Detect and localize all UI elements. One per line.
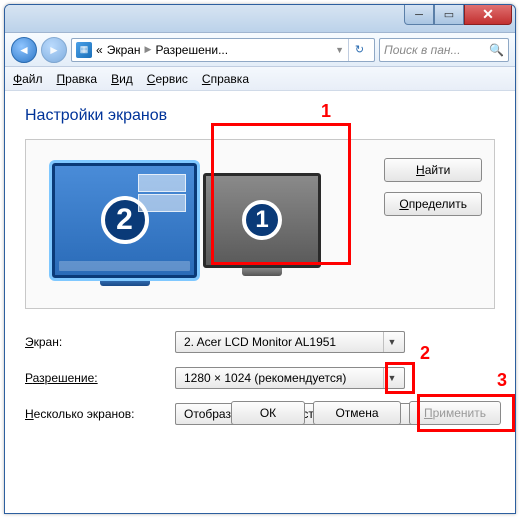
breadcrumb-item[interactable]: Разрешени... bbox=[155, 43, 228, 57]
page-title: Настройки экранов bbox=[25, 107, 495, 125]
monitor-1[interactable]: 1 bbox=[203, 173, 321, 276]
titlebar[interactable]: ─ ▭ ✕ bbox=[5, 5, 515, 33]
minimize-button[interactable]: ─ bbox=[404, 5, 434, 25]
content-area: Настройки экранов 2 1 Найти bbox=[5, 91, 515, 435]
ok-button[interactable]: ОК bbox=[231, 401, 305, 425]
address-bar[interactable]: ▦ « Экран ▶ Разрешени... ▼ ↻ bbox=[71, 38, 375, 62]
close-button[interactable]: ✕ bbox=[464, 5, 512, 25]
control-panel-icon: ▦ bbox=[76, 42, 92, 58]
forward-button[interactable]: ► bbox=[41, 37, 67, 63]
refresh-icon[interactable]: ↻ bbox=[348, 39, 370, 61]
menu-file[interactable]: Файл bbox=[13, 72, 43, 86]
preview-side-buttons: Найти Определить bbox=[384, 158, 482, 216]
search-icon[interactable]: 🔍 bbox=[489, 43, 504, 57]
monitor-2[interactable]: 2 bbox=[52, 163, 197, 286]
window-thumbs-icon bbox=[138, 174, 186, 212]
find-button[interactable]: Найти bbox=[384, 158, 482, 182]
annotation-label-2: 2 bbox=[420, 343, 430, 364]
window-frame: ─ ▭ ✕ ◄ ► ▦ « Экран ▶ Разрешени... ▼ ↻ П… bbox=[4, 4, 516, 514]
menu-edit[interactable]: Правка bbox=[57, 72, 98, 86]
window-controls: ─ ▭ ✕ bbox=[404, 5, 512, 25]
menu-help[interactable]: Справка bbox=[202, 72, 249, 86]
monitor-number: 1 bbox=[242, 200, 282, 240]
apply-button[interactable]: Применить bbox=[409, 401, 501, 425]
chevron-down-icon[interactable]: ▼ bbox=[383, 332, 400, 352]
screen-dropdown[interactable]: 2. Acer LCD Monitor AL1951 ▼ bbox=[175, 331, 405, 353]
search-input[interactable]: Поиск в пан... 🔍 bbox=[379, 38, 509, 62]
breadcrumb-root[interactable]: « bbox=[96, 43, 103, 57]
breadcrumb-item[interactable]: Экран bbox=[107, 43, 141, 57]
screen-dropdown-value: 2. Acer LCD Monitor AL1951 bbox=[184, 335, 336, 349]
menu-bar: Файл Правка Вид Сервис Справка bbox=[5, 67, 515, 91]
screen-label: Экран: bbox=[25, 335, 175, 349]
multi-label: Несколько экранов: bbox=[25, 407, 175, 421]
chevron-down-icon[interactable]: ▼ bbox=[383, 368, 400, 388]
cancel-button[interactable]: Отмена bbox=[313, 401, 401, 425]
detect-button[interactable]: Определить bbox=[384, 192, 482, 216]
resolution-dropdown[interactable]: 1280 × 1024 (рекомендуется) ▼ bbox=[175, 367, 405, 389]
menu-view[interactable]: Вид bbox=[111, 72, 133, 86]
resolution-label[interactable]: Разрешение: bbox=[25, 371, 175, 385]
footer-buttons: ОК Отмена Применить bbox=[231, 401, 501, 425]
annotation-label-3: 3 bbox=[497, 370, 507, 391]
resolution-dropdown-value: 1280 × 1024 (рекомендуется) bbox=[184, 371, 346, 385]
chevron-right-icon: ▶ bbox=[145, 44, 152, 55]
display-preview: 2 1 Найти Определить bbox=[25, 139, 495, 309]
maximize-button[interactable]: ▭ bbox=[434, 5, 464, 25]
chevron-down-icon[interactable]: ▼ bbox=[335, 45, 344, 55]
navigation-bar: ◄ ► ▦ « Экран ▶ Разрешени... ▼ ↻ Поиск в… bbox=[5, 33, 515, 67]
taskbar-icon bbox=[59, 261, 190, 271]
back-button[interactable]: ◄ bbox=[11, 37, 37, 63]
search-placeholder: Поиск в пан... bbox=[384, 43, 461, 57]
menu-tools[interactable]: Сервис bbox=[147, 72, 188, 86]
